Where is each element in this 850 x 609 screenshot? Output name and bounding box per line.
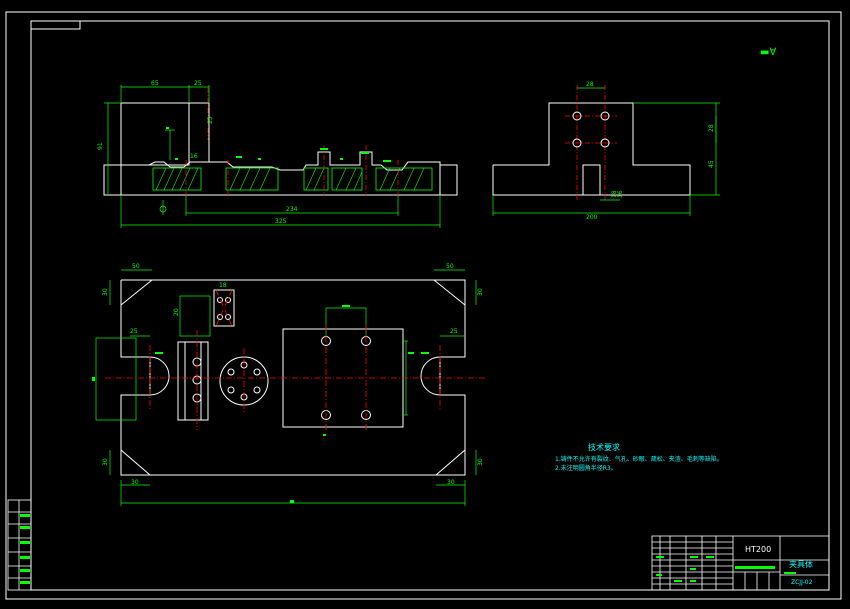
tech-note-line-1: 1.铸件不允许有裂纹、气孔、砂眼、疏松、夹渣、毛刺等缺陷。 — [555, 455, 723, 463]
material-label: HT200 — [745, 545, 771, 554]
dim-325: 325 — [275, 218, 287, 225]
dim-25b: 25 — [207, 116, 214, 124]
dim-r-30-bot: 30 — [477, 458, 484, 466]
dim-200: 200 — [586, 214, 598, 221]
dim-234: 234 — [286, 206, 298, 213]
tech-notes-heading: 技术要求 — [588, 442, 620, 452]
dim-l-25: 25 — [130, 328, 138, 335]
dim-r-30-top: 30 — [477, 288, 484, 296]
dim-20: 20 — [173, 308, 180, 316]
dim-28-side: 28 — [708, 124, 715, 132]
dim-18: 18 — [219, 282, 227, 289]
dim-16: 16 — [190, 153, 198, 160]
dim-16-side: 16 — [617, 190, 624, 198]
dim-91: 91 — [97, 142, 104, 150]
dim-25a: 25 — [194, 80, 202, 87]
dim-l-30-top: 30 — [102, 288, 109, 296]
dim-28-top: 28 — [586, 81, 594, 88]
cad-drawing: ▬∀ 65 25 25 91 234 325 16 28 28 45 18 16… — [0, 0, 850, 609]
dim-l-30-bot: 30 — [102, 458, 109, 466]
dim-45: 45 — [708, 160, 715, 168]
drawing-number: ZCJJ-02 — [791, 579, 813, 586]
dim-tr-50: 50 — [446, 263, 454, 270]
dim-br-30: 30 — [447, 479, 455, 486]
surface-finish-mark: ▬∀ — [760, 47, 776, 58]
dim-tl-50: 50 — [132, 263, 140, 270]
tech-note-line-2: 2.未注明圆角半径R3。 — [555, 464, 617, 472]
dim-65: 65 — [151, 80, 159, 87]
dim-bl-30: 30 — [131, 479, 139, 486]
dim-r-25: 25 — [450, 328, 458, 335]
part-name: 夹具体 — [789, 559, 813, 569]
